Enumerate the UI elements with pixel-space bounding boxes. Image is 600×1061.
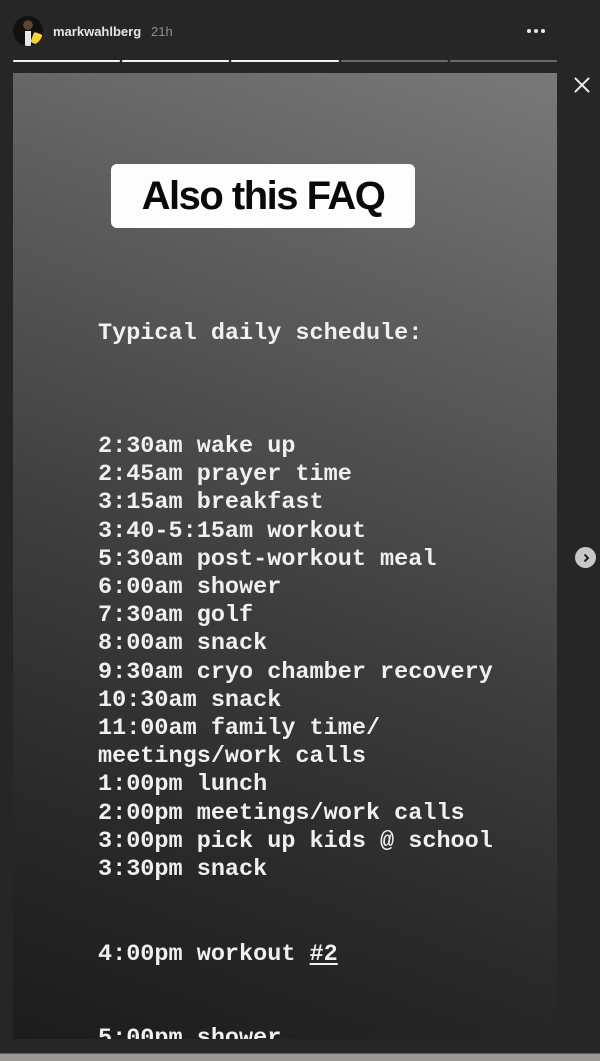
- schedule-line: 7:30am golf: [98, 602, 254, 630]
- schedule-lines-after: 5:00pm shower5:30pm dinner/family time7:…: [98, 1025, 493, 1039]
- schedule-line: 11:00am family time/: [98, 715, 381, 743]
- more-horizontal-icon: [541, 29, 545, 33]
- schedule-line: 5:00pm shower: [98, 1025, 282, 1039]
- story-progress-bar: [13, 60, 558, 63]
- schedule-line: 3:00pm pick up kids @ school: [98, 827, 493, 855]
- schedule-line: 8:00am snack: [98, 630, 268, 658]
- schedule-line: 3:15am breakfast: [98, 489, 324, 517]
- faq-sticker: Also this FAQ: [111, 164, 415, 228]
- progress-segment: [122, 60, 230, 62]
- schedule-line-text: 4:00pm workout: [98, 940, 310, 968]
- schedule-line: 5:30am post-workout meal: [98, 545, 437, 573]
- schedule-line: 1:00pm lunch: [98, 771, 268, 799]
- close-icon[interactable]: [572, 75, 592, 95]
- progress-segment: [13, 60, 121, 62]
- progress-segment: [340, 60, 448, 62]
- progress-segment: [449, 60, 558, 62]
- schedule-line: 6:00am shower: [98, 574, 282, 602]
- more-options-button[interactable]: [524, 22, 548, 40]
- hashtag-link[interactable]: #2: [310, 941, 338, 968]
- schedule-line: 3:30pm snack: [98, 856, 268, 884]
- schedule-line: 4:00pm workout #2: [98, 941, 493, 969]
- timestamp: 21h: [151, 24, 173, 39]
- schedule-line: 2:45am prayer time: [98, 461, 352, 489]
- schedule-text: Typical daily schedule: 2:30am wake up 2:…: [98, 264, 493, 1039]
- schedule-line: 9:30am cryo chamber recovery: [98, 658, 493, 686]
- avatar[interactable]: [13, 16, 43, 46]
- schedule-line: 3:40-5:15am workout: [98, 517, 366, 545]
- more-horizontal-icon: [534, 29, 538, 33]
- schedule-lines: 2:30am wake up 2:45am prayer time 3:15am b…: [98, 433, 493, 884]
- progress-segment-fill: [122, 60, 230, 62]
- schedule-line: 2:00pm meetings/work calls: [98, 799, 465, 827]
- schedule-line: 2:30am wake up: [98, 433, 296, 461]
- progress-segment-fill: [231, 60, 339, 62]
- next-story-button[interactable]: [575, 547, 596, 568]
- avatar-flower: [30, 31, 43, 46]
- schedule-line: 10:30am snack: [98, 686, 282, 714]
- story-media[interactable]: Also this FAQ Typical daily schedule: 2:…: [13, 73, 557, 1039]
- schedule-heading: Typical daily schedule:: [98, 320, 423, 348]
- more-horizontal-icon: [527, 29, 531, 33]
- username-link[interactable]: markwahlberg: [53, 24, 141, 39]
- progress-segment: [231, 60, 339, 62]
- schedule-line: meetings/work calls: [98, 743, 366, 771]
- sticker-text: Also this FAQ: [141, 173, 386, 218]
- progress-segment-fill: [13, 60, 121, 62]
- story-header: markwahlberg 21h: [13, 14, 557, 48]
- avatar-shirt: [25, 31, 31, 46]
- chevron-right-icon: [583, 553, 589, 562]
